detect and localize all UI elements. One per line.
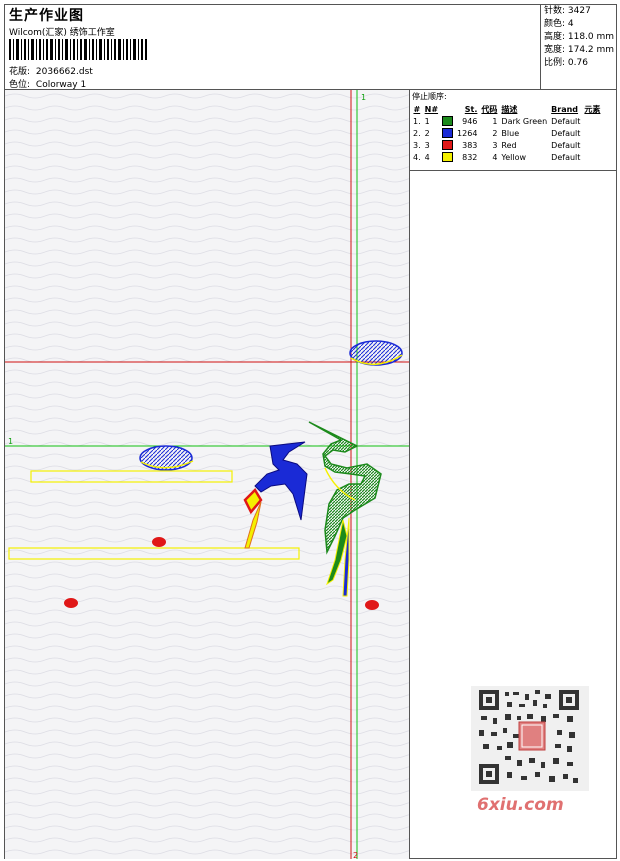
barcode-image — [9, 39, 147, 60]
row-color-swatch — [440, 151, 455, 163]
design-value: 2036662.dst — [35, 67, 93, 77]
row-brand: Default — [551, 116, 581, 126]
table-row: 2. 2 1264 2 Blue Default — [411, 127, 602, 139]
production-sheet: 生产作业图 Wilcom(汇家) 绣饰工作室 花版: 2036662.dst 色… — [4, 4, 617, 859]
row-stitches: 832 — [462, 152, 478, 162]
stat-height: 高度: 118.0 mm — [544, 32, 615, 42]
col-number: N# — [424, 104, 439, 114]
table-row: 1. 1 946 1 Dark Green Default — [411, 115, 602, 127]
colorway-value: Colorway 1 — [35, 80, 87, 90]
stop-sequence-table: # N# St. 代码 描述 Brand 元素 1. 1 946 1 Dark Gree… — [411, 103, 602, 163]
row-code: 3 — [492, 140, 498, 150]
row-index: 4. — [413, 152, 421, 162]
embroidery-preview: 1 1 2 — [5, 90, 409, 859]
sheet-header: 生产作业图 Wilcom(汇家) 绣饰工作室 花版: 2036662.dst 色… — [5, 5, 616, 90]
row-color-swatch — [440, 115, 455, 127]
row-number: 2 — [424, 128, 430, 138]
stop-sequence-panel: 停止顺序: # N# St. 代码 描述 Brand 元素 1. 1 946 1 Dar… — [410, 90, 616, 171]
row-stitches: 946 — [462, 116, 478, 126]
stat-colors: 颜色: 4 — [544, 19, 574, 29]
row-color-swatch — [440, 127, 455, 139]
row-code: 4 — [492, 152, 498, 162]
row-brand: Default — [551, 152, 581, 162]
row-code: 2 — [492, 128, 498, 138]
red-dot-center — [152, 537, 166, 547]
row-index: 2. — [413, 128, 421, 138]
design-label: 花版: — [9, 67, 31, 77]
row-number: 3 — [424, 140, 430, 150]
row-description: Red — [501, 140, 517, 150]
row-element — [582, 127, 602, 139]
col-description: 描述 — [501, 104, 518, 114]
watermark-site-text: 6xiu.com — [477, 795, 564, 815]
row-element — [582, 151, 602, 163]
col-element: 元素 — [584, 104, 601, 114]
table-header-row: # N# St. 代码 描述 Brand 元素 — [411, 103, 602, 115]
row-element — [582, 139, 602, 151]
col-stitches: St. — [464, 104, 478, 114]
guide-marker-bottom: 2 — [353, 851, 358, 859]
row-number: 4 — [424, 152, 430, 162]
colorway-line: 色位: Colorway 1 — [9, 77, 86, 90]
stat-width: 宽度: 174.2 mm — [544, 45, 615, 55]
sheet-title: 生产作业图 — [9, 8, 84, 24]
design-canvas: 1 1 2 — [5, 90, 410, 859]
row-code: 1 — [492, 116, 498, 126]
color-swatch-icon — [442, 116, 454, 126]
colorway-label: 色位: — [9, 80, 31, 90]
col-swatch — [440, 103, 455, 115]
row-brand: Default — [551, 140, 581, 150]
table-row: 4. 4 832 4 Yellow Default — [411, 151, 602, 163]
col-brand: Brand — [551, 104, 579, 114]
stop-sequence-label: 停止顺序: — [412, 92, 447, 101]
row-color-swatch — [440, 139, 455, 151]
row-index: 1. — [413, 116, 421, 126]
col-code: 代码 — [481, 104, 498, 114]
color-swatch-icon — [442, 140, 454, 150]
row-description: Blue — [501, 128, 520, 138]
design-name-line: 花版: 2036662.dst — [9, 64, 93, 77]
guide-marker-top: 1 — [361, 93, 366, 102]
stat-stitches: 针数: 3427 — [544, 6, 591, 16]
row-description: Dark Green — [501, 116, 548, 126]
row-number: 1 — [424, 116, 430, 126]
table-row: 3. 3 383 3 Red Default — [411, 139, 602, 151]
red-dot-left — [64, 598, 78, 608]
row-index: 3. — [413, 140, 421, 150]
color-swatch-icon — [442, 152, 454, 162]
col-index: # — [413, 104, 421, 114]
row-description: Yellow — [501, 152, 527, 162]
row-stitches: 383 — [462, 140, 478, 150]
row-stitches: 1264 — [457, 128, 478, 138]
design-stats: 针数: 3427 颜色: 4 高度: 118.0 mm 宽度: 174.2 mm… — [540, 5, 617, 89]
sheet-subtitle: Wilcom(汇家) 绣饰工作室 — [9, 28, 115, 38]
row-element — [582, 115, 602, 127]
blue-ellipse-left — [139, 445, 193, 471]
guide-marker-left: 1 — [8, 437, 13, 446]
red-dot-right — [365, 600, 379, 610]
stat-scale: 比例: 0.76 — [544, 58, 588, 68]
row-brand: Default — [551, 128, 581, 138]
color-swatch-icon — [442, 128, 454, 138]
